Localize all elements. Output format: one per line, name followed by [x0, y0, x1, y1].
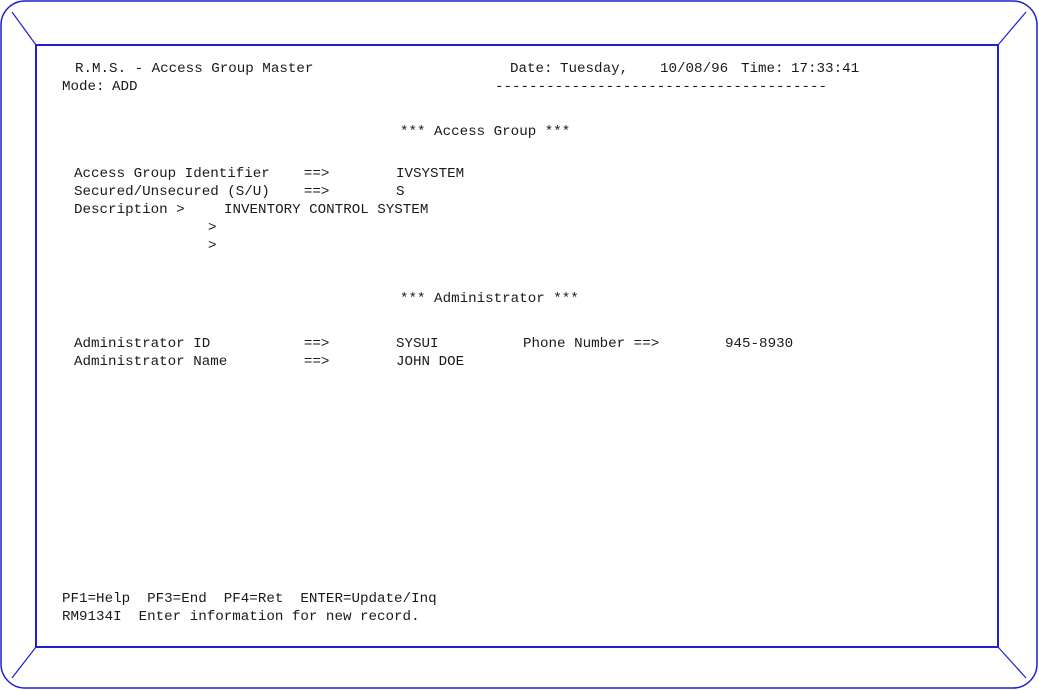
header-separator: --------------------------------------- — [495, 79, 828, 95]
status-message: RM9134I Enter information for new record… — [62, 609, 420, 625]
description-prompt-line2: > — [208, 220, 217, 236]
time-label: Time: — [741, 61, 784, 77]
date-day: Tuesday, — [560, 61, 629, 77]
date-value: 10/08/96 — [660, 61, 729, 77]
description-label: Description > — [74, 202, 185, 218]
pf-key-legend: PF1=Help PF3=End PF4=Ret ENTER=Update/In… — [62, 591, 437, 607]
phone-number-label: Phone Number ==> — [523, 336, 660, 352]
terminal-screen: R.M.S. - Access Group Master Date: Tuesd… — [48, 46, 998, 646]
administrator-name-field[interactable]: JOHN DOE — [396, 354, 464, 371]
administrator-id-label: Administrator ID ==> — [74, 336, 330, 352]
date-label: Date: — [510, 61, 553, 77]
access-group-identifier-label: Access Group Identifier ==> — [74, 166, 330, 182]
time-value: 17:33:41 — [791, 61, 860, 77]
description-field-line1[interactable]: INVENTORY CONTROL SYSTEM — [224, 202, 428, 219]
screen-title: R.M.S. - Access Group Master — [75, 61, 314, 77]
access-group-identifier-field[interactable]: IVSYSTEM — [396, 166, 464, 183]
description-field-line2[interactable] — [224, 220, 624, 237]
phone-number-field[interactable]: 945-8930 — [725, 336, 793, 353]
administrator-name-label: Administrator Name ==> — [74, 354, 330, 370]
description-prompt-line3: > — [208, 238, 217, 254]
access-group-section-title: *** Access Group *** — [400, 124, 571, 140]
mode-value: ADD — [112, 79, 138, 95]
secured-unsecured-label: Secured/Unsecured (S/U) ==> — [74, 184, 330, 200]
secured-unsecured-field[interactable]: S — [396, 184, 405, 201]
mode-label: Mode: — [62, 79, 105, 95]
description-field-line3[interactable] — [224, 238, 624, 255]
administrator-section-title: *** Administrator *** — [400, 291, 579, 307]
administrator-id-field[interactable]: SYSUI — [396, 336, 439, 353]
